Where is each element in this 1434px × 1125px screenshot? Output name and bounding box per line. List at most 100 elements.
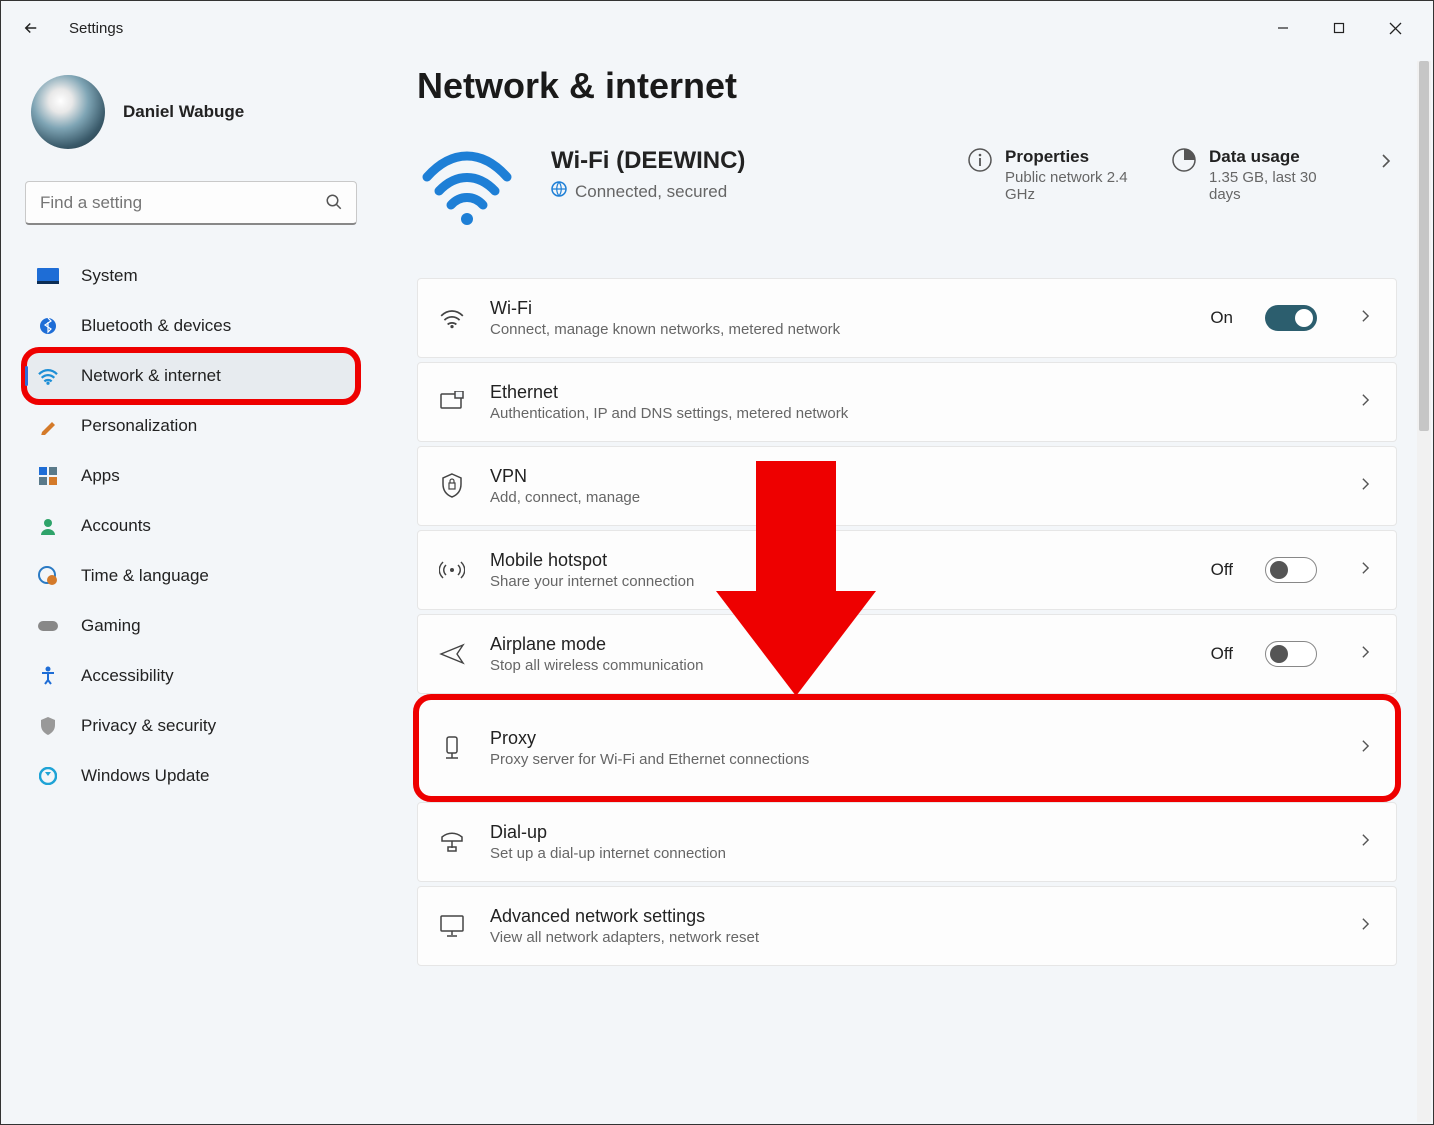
card-airplane-mode[interactable]: Airplane mode Stop all wireless communica… (417, 614, 1397, 694)
sidebar-item-accessibility[interactable]: Accessibility (25, 651, 357, 701)
chevron-right-icon[interactable] (1355, 911, 1376, 942)
accessibility-icon (37, 665, 59, 687)
sidebar-item-label: Network & internet (81, 366, 221, 386)
chevron-right-icon[interactable] (1355, 471, 1376, 502)
card-sub: Share your internet connection (490, 573, 1187, 590)
card-vpn[interactable]: VPNAdd, connect, manage (417, 446, 1397, 526)
sidebar-item-windows-update[interactable]: Windows Update (25, 751, 357, 801)
sidebar-item-label: Apps (81, 466, 120, 486)
brush-icon (37, 415, 59, 437)
vpn-shield-icon (438, 473, 466, 499)
card-sub: Set up a dial-up internet connection (490, 845, 1331, 862)
card-title: Advanced network settings (490, 906, 1331, 927)
info-icon (967, 147, 993, 178)
sidebar-item-label: Time & language (81, 566, 209, 586)
sidebar-item-label: Bluetooth & devices (81, 316, 231, 336)
card-wifi[interactable]: Wi-Fi Connect, manage known networks, met… (417, 278, 1397, 358)
airplane-icon (438, 642, 466, 666)
wifi-icon (37, 365, 59, 387)
sidebar: Daniel Wabuge System Bluetooth & devices… (1, 55, 381, 1124)
sidebar-item-time-language[interactable]: Time & language (25, 551, 357, 601)
sidebar-item-accounts[interactable]: Accounts (25, 501, 357, 551)
card-sub: Authentication, IP and DNS settings, met… (490, 405, 1331, 422)
data-usage-sub: 1.35 GB, last 30 days (1209, 169, 1339, 203)
clock-globe-icon (37, 565, 59, 587)
card-title: Dial-up (490, 822, 1331, 843)
toggle-label: Off (1211, 644, 1233, 664)
sidebar-item-label: Privacy & security (81, 716, 216, 736)
card-title: Mobile hotspot (490, 550, 1187, 571)
chevron-right-icon[interactable] (1375, 147, 1397, 180)
card-title: Airplane mode (490, 634, 1187, 655)
card-sub: View all network adapters, network reset (490, 929, 1331, 946)
system-icon (37, 265, 59, 287)
monitor-icon (438, 914, 466, 938)
hotspot-icon (438, 559, 466, 581)
sidebar-item-privacy[interactable]: Privacy & security (25, 701, 357, 751)
scrollbar[interactable] (1417, 61, 1431, 1122)
chevron-right-icon[interactable] (1355, 555, 1376, 586)
airplane-toggle[interactable] (1265, 641, 1317, 667)
chevron-right-icon[interactable] (1355, 387, 1376, 418)
wifi-ssid: Wi-Fi (DEEWINC) (551, 147, 933, 175)
card-title: Wi-Fi (490, 298, 1186, 319)
search-icon (325, 193, 343, 216)
minimize-button[interactable] (1255, 8, 1311, 48)
close-button[interactable] (1367, 8, 1423, 48)
card-mobile-hotspot[interactable]: Mobile hotspot Share your internet connec… (417, 530, 1397, 610)
sidebar-item-apps[interactable]: Apps (25, 451, 357, 501)
hero-network-status: Wi-Fi (DEEWINC) Connected, secured Prope… (417, 147, 1397, 232)
properties-label: Properties (1005, 147, 1135, 167)
maximize-button[interactable] (1311, 8, 1367, 48)
chevron-right-icon[interactable] (1355, 827, 1376, 858)
card-dial-up[interactable]: Dial-up Set up a dial-up internet connect… (417, 802, 1397, 882)
connection-status: Connected, secured (575, 182, 727, 202)
data-usage-link[interactable]: Data usage 1.35 GB, last 30 days (1171, 147, 1339, 203)
sidebar-item-label: System (81, 266, 138, 286)
back-button[interactable] (11, 8, 51, 48)
card-title: Ethernet (490, 382, 1331, 403)
card-sub: Proxy server for Wi-Fi and Ethernet conn… (490, 751, 1331, 768)
globe-icon (551, 181, 567, 202)
chevron-right-icon[interactable] (1355, 303, 1376, 334)
person-icon (37, 515, 59, 537)
hotspot-toggle[interactable] (1265, 557, 1317, 583)
sidebar-item-personalization[interactable]: Personalization (25, 401, 357, 451)
data-usage-label: Data usage (1209, 147, 1339, 167)
sidebar-item-label: Gaming (81, 616, 141, 636)
avatar (31, 75, 105, 149)
page-title: Network & internet (417, 65, 1397, 107)
sidebar-item-label: Accounts (81, 516, 151, 536)
sidebar-item-bluetooth[interactable]: Bluetooth & devices (25, 301, 357, 351)
wifi-toggle[interactable] (1265, 305, 1317, 331)
card-sub: Connect, manage known networks, metered … (490, 321, 1186, 338)
sidebar-item-gaming[interactable]: Gaming (25, 601, 357, 651)
chevron-right-icon[interactable] (1355, 639, 1376, 670)
wifi-icon (438, 307, 466, 329)
card-sub: Stop all wireless communication (490, 657, 1187, 674)
content: Network & internet Wi-Fi (DEEWINC) Conne… (381, 55, 1433, 1124)
app-title: Settings (69, 20, 123, 37)
shield-icon (37, 715, 59, 737)
ethernet-icon (438, 391, 466, 413)
chevron-right-icon[interactable] (1355, 733, 1376, 764)
sidebar-item-label: Personalization (81, 416, 197, 436)
properties-sub: Public network 2.4 GHz (1005, 169, 1135, 203)
dialup-icon (438, 832, 466, 852)
card-advanced-network[interactable]: Advanced network settings View all networ… (417, 886, 1397, 966)
toggle-label: Off (1211, 560, 1233, 580)
proxy-icon (438, 735, 466, 761)
gamepad-icon (37, 615, 59, 637)
wifi-large-icon (417, 147, 517, 232)
sidebar-item-system[interactable]: System (25, 251, 357, 301)
card-ethernet[interactable]: Ethernet Authentication, IP and DNS setti… (417, 362, 1397, 442)
card-proxy[interactable]: ProxyProxy server for Wi-Fi and Ethernet… (417, 698, 1397, 798)
properties-link[interactable]: Properties Public network 2.4 GHz (967, 147, 1135, 203)
toggle-label: On (1210, 308, 1233, 328)
data-usage-icon (1171, 147, 1197, 178)
sidebar-item-network[interactable]: Network & internet (25, 351, 357, 401)
card-title: VPN (490, 466, 1331, 487)
search-input[interactable] (25, 181, 357, 225)
profile[interactable]: Daniel Wabuge (31, 75, 357, 149)
sidebar-item-label: Windows Update (81, 766, 210, 786)
